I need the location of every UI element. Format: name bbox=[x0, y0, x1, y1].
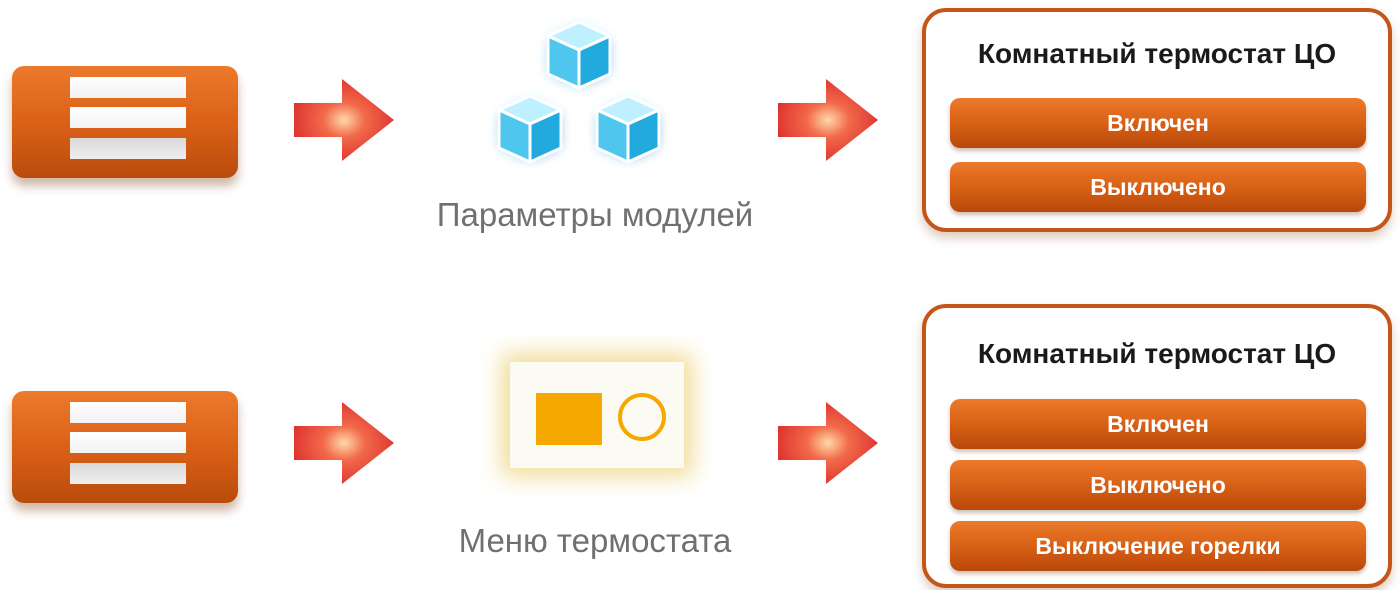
option-button-off[interactable]: Выключено bbox=[950, 162, 1366, 212]
flow-row-thermostat-menu: Меню термостата Комнатный термостат ЦО В… bbox=[0, 296, 1400, 588]
menu-icon bbox=[12, 66, 238, 178]
thermostat-options-panel: Комнатный термостат ЦО Включен Выключено… bbox=[922, 304, 1392, 588]
menu-bar bbox=[70, 138, 186, 159]
arrow-right-icon bbox=[778, 402, 878, 484]
menu-icon bbox=[12, 391, 238, 503]
menu-bar bbox=[70, 432, 186, 453]
menu-bar bbox=[70, 107, 186, 128]
option-button-burner-off[interactable]: Выключение горелки bbox=[950, 521, 1366, 571]
knob-circle bbox=[618, 393, 666, 441]
diagram-canvas: Параметры модулей Комнатный термостат ЦО… bbox=[0, 0, 1400, 590]
flow-row-module-parameters: Параметры модулей Комнатный термостат ЦО… bbox=[0, 0, 1400, 290]
thermostat-options-panel: Комнатный термостат ЦО Включен Выключено bbox=[922, 8, 1392, 232]
thermostat-device-icon bbox=[510, 362, 684, 468]
option-button-off[interactable]: Выключено bbox=[950, 460, 1366, 510]
caption-module-parameters: Параметры модулей bbox=[436, 196, 754, 233]
option-button-on[interactable]: Включен bbox=[950, 399, 1366, 449]
panel-title: Комнатный термостат ЦО bbox=[977, 338, 1337, 369]
menu-bar bbox=[70, 402, 186, 423]
arrow-right-icon bbox=[778, 79, 878, 161]
arrow-right-icon bbox=[294, 79, 394, 161]
cubes-icon bbox=[497, 20, 661, 164]
caption-thermostat-menu: Меню термостата bbox=[458, 522, 732, 559]
panel-title: Комнатный термостат ЦО bbox=[977, 38, 1337, 69]
menu-bar bbox=[70, 463, 186, 484]
arrow-right-icon bbox=[294, 402, 394, 484]
menu-bar bbox=[70, 77, 186, 98]
display-square bbox=[536, 393, 602, 445]
option-button-on[interactable]: Включен bbox=[950, 98, 1366, 148]
